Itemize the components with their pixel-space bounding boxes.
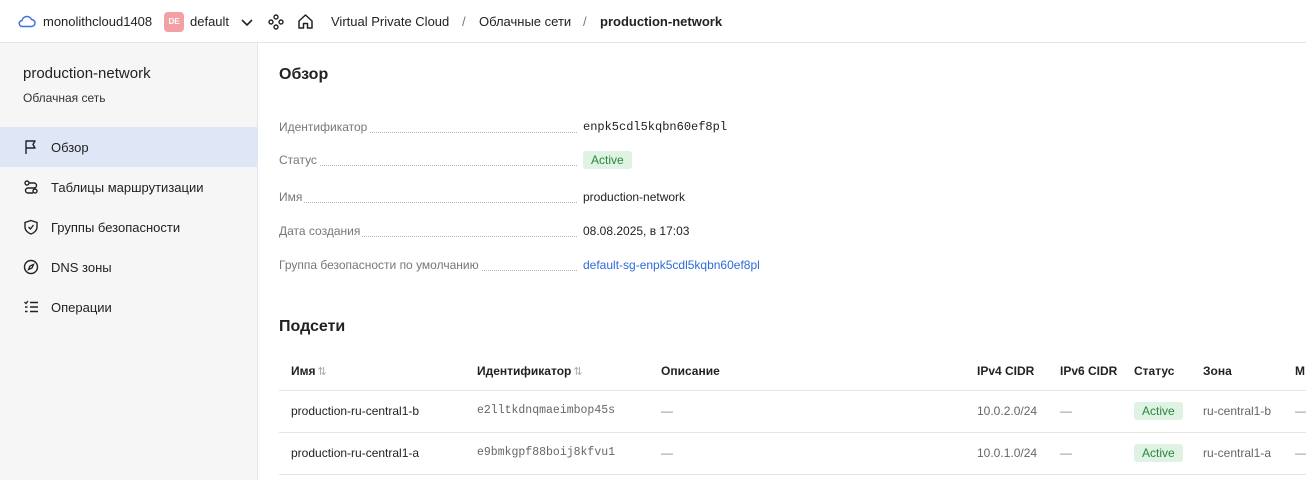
subnet-extra: — <box>1295 404 1306 418</box>
top-bar: monolithcloud1408 DE default Virtual Pri… <box>0 0 1306 43</box>
column-header-ipv6: IPv6 CIDR <box>1060 364 1118 378</box>
prop-label: Группа безопасности по умолчанию <box>279 258 481 272</box>
sidebar-item-dns-zones[interactable]: DNS зоны <box>0 247 258 287</box>
shield-icon <box>24 219 38 235</box>
breadcrumb-separator: / <box>583 14 587 29</box>
folder-badge[interactable]: DE <box>164 12 184 32</box>
chevron-down-icon[interactable] <box>240 15 254 29</box>
sort-icon[interactable]: ⇅ <box>573 365 582 378</box>
sidebar-item-label: Таблицы маршрутизации <box>51 180 204 195</box>
column-header-id[interactable]: Идентификатор ⇅ <box>477 364 583 378</box>
column-header-extra: М <box>1295 364 1305 378</box>
subnet-id: e2lltkdnqmaeimbop45s <box>477 404 616 417</box>
overview-title: Обзор <box>279 66 329 83</box>
status-badge: Active <box>1134 402 1183 420</box>
sidebar-item-label: Группы безопасности <box>51 220 181 235</box>
subnet-ipv6: — <box>1060 404 1072 418</box>
sidebar: production-network Облачная сеть Обзор Т… <box>0 43 258 480</box>
sidebar-item-route-tables[interactable]: Таблицы маршрутизации <box>0 167 258 207</box>
sidebar-item-overview[interactable]: Обзор <box>0 127 258 167</box>
network-id-value: enpk5cdl5kqbn60ef8pl <box>583 120 728 134</box>
column-header-description: Описание <box>661 364 720 378</box>
compass-icon <box>23 259 39 275</box>
table-row[interactable]: production-ru-central1-b e2lltkdnqmaeimb… <box>279 391 1306 433</box>
sidebar-item-label: Операции <box>51 300 112 315</box>
breadcrumb-separator: / <box>462 14 466 29</box>
status-badge: Active <box>1134 444 1183 462</box>
prop-row-status: Статус Active <box>279 151 1079 173</box>
column-header-zone: Зона <box>1203 364 1232 378</box>
prop-row-id: Идентификатор enpk5cdl5kqbn60ef8pl <box>279 120 1079 140</box>
prop-row-security-group: Группа безопасности по умолчанию default… <box>279 258 1079 278</box>
subnet-id: e9bmkgpf88boij8kfvu1 <box>477 446 616 459</box>
status-badge: Active <box>583 151 632 169</box>
network-name-value: production-network <box>583 190 686 204</box>
sort-icon[interactable]: ⇅ <box>318 365 327 378</box>
breadcrumb-networks[interactable]: Облачные сети <box>479 14 571 29</box>
cloud-name[interactable]: monolithcloud1408 <box>43 14 152 29</box>
sidebar-subtitle: Облачная сеть <box>23 91 106 105</box>
main-content: Обзор Идентификатор enpk5cdl5kqbn60ef8pl… <box>259 43 1306 480</box>
table-row[interactable]: production-ru-central1-a e9bmkgpf88boij8… <box>279 433 1306 475</box>
subnets-title: Подсети <box>279 318 346 335</box>
home-icon[interactable] <box>297 13 314 30</box>
column-header-name[interactable]: Имя ⇅ <box>291 364 327 378</box>
folder-name[interactable]: default <box>190 14 229 29</box>
subnet-description: — <box>661 446 673 460</box>
sidebar-item-operations[interactable]: Операции <box>0 287 258 327</box>
flag-icon <box>25 140 36 154</box>
prop-label: Дата создания <box>279 224 363 238</box>
subnet-name[interactable]: production-ru-central1-a <box>291 446 419 460</box>
subnet-ipv4: 10.0.1.0/24 <box>977 446 1038 460</box>
breadcrumb-current: production-network <box>600 14 723 29</box>
cloud-icon[interactable] <box>18 13 36 29</box>
column-header-status: Статус <box>1134 364 1175 378</box>
prop-label: Статус <box>279 153 319 167</box>
sidebar-item-security-groups[interactable]: Группы безопасности <box>0 207 258 247</box>
column-header-ipv4: IPv4 CIDR <box>977 364 1035 378</box>
subnet-ipv6: — <box>1060 446 1072 460</box>
subnet-ipv4: 10.0.2.0/24 <box>977 404 1038 418</box>
breadcrumb-vpc[interactable]: Virtual Private Cloud <box>331 14 449 29</box>
prop-label: Идентификатор <box>279 120 370 134</box>
sidebar-item-label: Обзор <box>51 140 89 155</box>
security-group-link[interactable]: default-sg-enpk5cdl5kqbn60ef8pl <box>583 258 760 272</box>
subnet-zone: ru-central1-a <box>1203 446 1272 460</box>
route-icon <box>24 180 38 194</box>
subnet-zone: ru-central1-b <box>1203 404 1272 418</box>
created-date-value: 08.08.2025, в 17:03 <box>583 224 690 238</box>
subnet-extra: — <box>1295 446 1306 460</box>
subnets-table-header: Имя ⇅ Идентификатор ⇅ Описание IPv4 CIDR I… <box>279 357 1306 391</box>
sidebar-title: production-network <box>23 65 151 82</box>
sidebar-item-label: DNS зоны <box>51 260 112 275</box>
services-icon[interactable] <box>268 14 284 30</box>
subnet-name[interactable]: production-ru-central1-b <box>291 404 419 418</box>
prop-label: Имя <box>279 190 305 204</box>
subnet-description: — <box>661 404 673 418</box>
list-icon <box>24 300 38 313</box>
prop-row-name: Имя production-network <box>279 190 1079 210</box>
prop-row-created: Дата создания 08.08.2025, в 17:03 <box>279 224 1079 244</box>
